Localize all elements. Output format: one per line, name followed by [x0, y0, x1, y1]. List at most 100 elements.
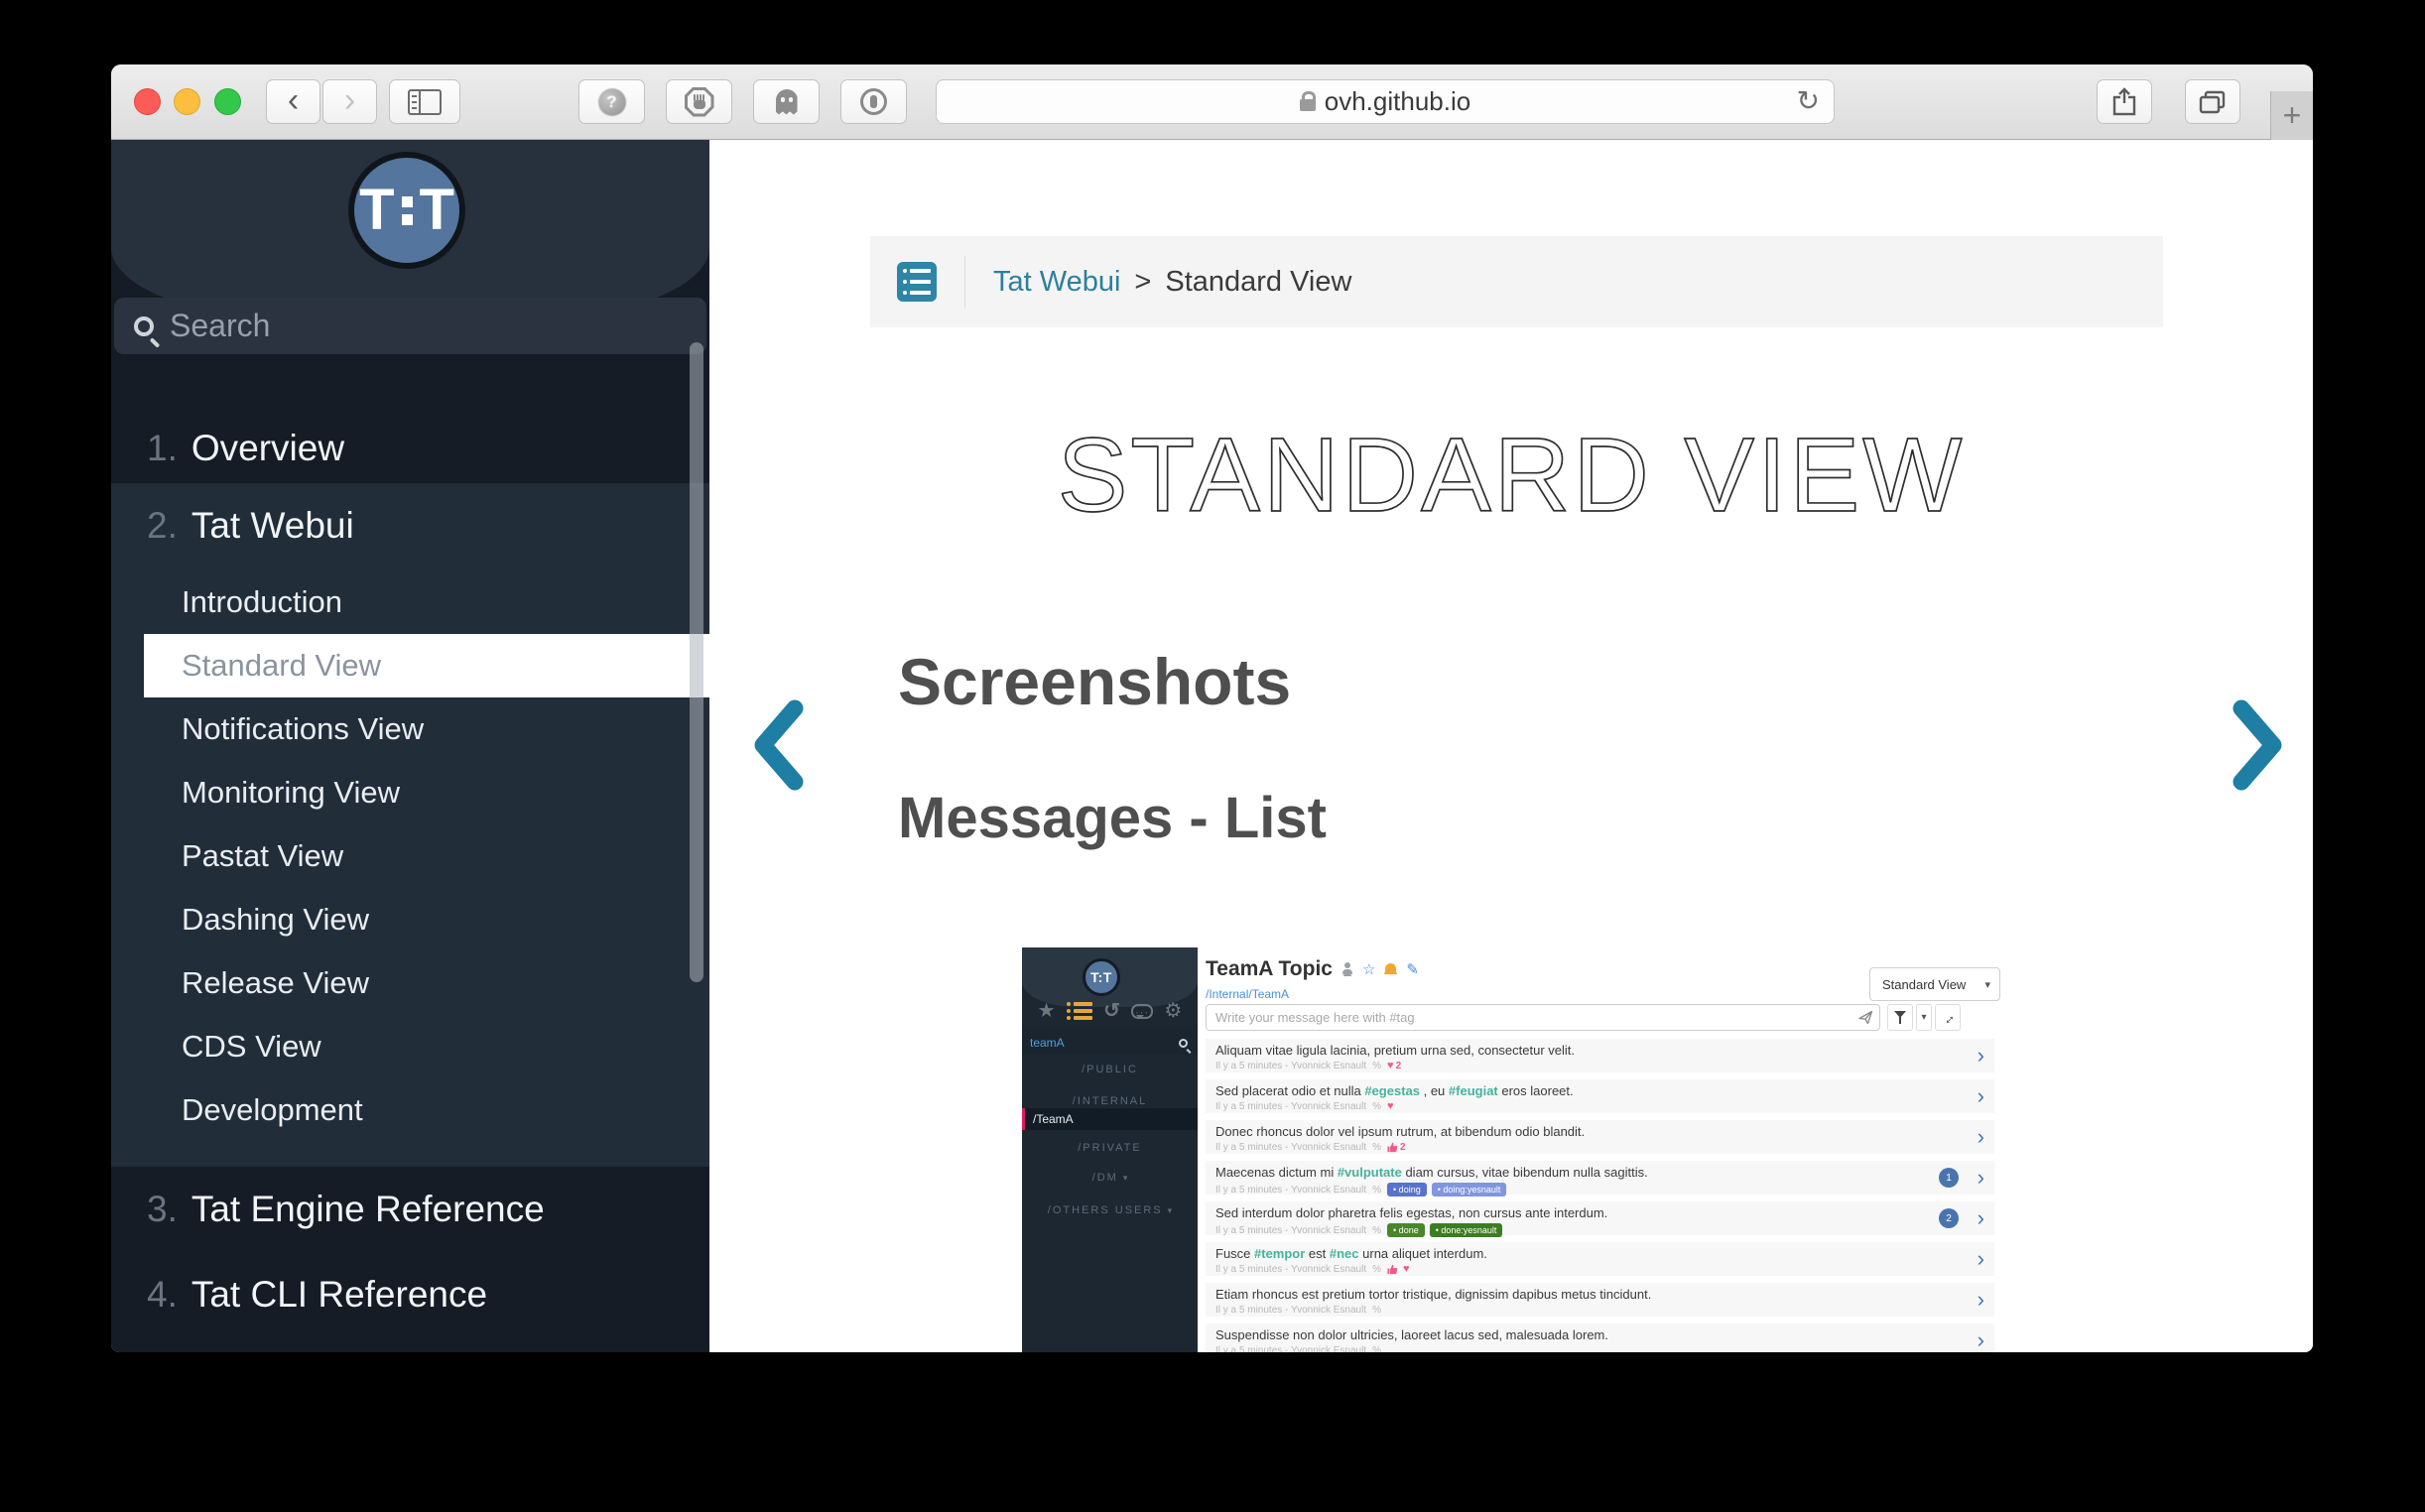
bell-icon[interactable]	[1384, 962, 1397, 976]
hashtag[interactable]: #egestas	[1364, 1083, 1420, 1098]
extension-button-3[interactable]	[753, 79, 820, 124]
link-icon[interactable]: %	[1372, 1185, 1381, 1196]
expand-button[interactable]: ↔	[1935, 1004, 1961, 1031]
tree-item--public[interactable]: /PUBLIC	[1022, 1059, 1198, 1080]
sidebar-item-notifications-view[interactable]: Notifications View	[111, 697, 709, 761]
zoom-window-button[interactable]	[214, 88, 241, 115]
sidebar-toggle-button[interactable]	[389, 79, 460, 124]
previous-page-arrow[interactable]	[749, 699, 809, 791]
message-row[interactable]: Etiam rhoncus est pretium tortor tristiq…	[1206, 1283, 1994, 1317]
topics-list-icon[interactable]	[1067, 1002, 1092, 1020]
hashtag[interactable]: #vulputate	[1338, 1165, 1402, 1180]
close-window-button[interactable]	[134, 88, 161, 115]
message-row[interactable]: Sed placerat odio et nulla #egestas , eu…	[1206, 1079, 1994, 1113]
view-selector-dropdown[interactable]: Standard View ▾	[1869, 967, 2000, 1001]
sidebar-item-tat-engine-reference[interactable]: 3. Tat Engine Reference	[111, 1175, 709, 1244]
address-bar[interactable]: ovh.github.io ↻	[936, 79, 1835, 124]
sidebar-header: TT	[111, 140, 709, 316]
extension-button-1[interactable]: ?	[578, 79, 645, 124]
tree-item--dm[interactable]: /DM▾	[1022, 1167, 1198, 1189]
sidebar-item-standard-view[interactable]: Standard View	[144, 634, 709, 697]
sidebar-item-dashing-view[interactable]: Dashing View	[111, 888, 709, 951]
open-message-chevron-icon[interactable]: ›	[1978, 1165, 1984, 1191]
share-button[interactable]	[2097, 79, 2152, 124]
message-row[interactable]: Aliquam vitae ligula lacinia, pretium ur…	[1206, 1039, 1994, 1072]
user-icon[interactable]	[1341, 962, 1353, 977]
open-message-chevron-icon[interactable]: ›	[1978, 1246, 1984, 1272]
screenshots-heading: Screenshots	[898, 644, 1291, 719]
hashtag[interactable]: #feugiat	[1449, 1083, 1498, 1098]
tree-item--teama[interactable]: /TeamA	[1022, 1108, 1198, 1130]
shot-search-icon	[1179, 1039, 1188, 1048]
link-icon[interactable]: %	[1372, 1305, 1381, 1316]
message-row[interactable]: Maecenas dictum mi #vulputate diam cursu…	[1206, 1161, 1994, 1195]
filter-dropdown-button[interactable]: ▾	[1916, 1004, 1932, 1031]
message-meta: Il y a 5 minutes - Yvonnick Esnault %	[1215, 1305, 1951, 1316]
sidebar-item-pastat-view[interactable]: Pastat View	[111, 824, 709, 888]
history-icon[interactable]: ↺	[1103, 1001, 1120, 1021]
reply-count-badge: 1	[1939, 1168, 1959, 1188]
hashtag[interactable]: #nec	[1330, 1246, 1359, 1261]
favorites-star-icon[interactable]: ★	[1038, 1001, 1056, 1021]
pencil-icon[interactable]: ✎	[1406, 962, 1419, 977]
open-message-chevron-icon[interactable]: ›	[1978, 1327, 1984, 1352]
link-icon[interactable]: %	[1372, 1225, 1381, 1236]
message-timestamp: Il y a 5 minutes - Yvonnick Esnault	[1215, 1185, 1366, 1196]
sidebar-item-cds-view[interactable]: CDS View	[111, 1015, 709, 1078]
forward-button[interactable]: ›	[322, 79, 377, 124]
shot-search-input[interactable]: teamA	[1022, 1031, 1198, 1055]
sidebar-item-development[interactable]: Development	[111, 1078, 709, 1142]
link-icon[interactable]: %	[1372, 1142, 1381, 1153]
message-row[interactable]: Fusce #tempor est #nec urna aliquet inte…	[1206, 1242, 1994, 1276]
minimize-window-button[interactable]	[174, 88, 200, 115]
link-icon[interactable]: %	[1372, 1061, 1381, 1071]
tat-logo[interactable]: TT	[348, 152, 465, 269]
new-tab-button[interactable]: +	[2270, 91, 2313, 140]
send-icon[interactable]	[1858, 1010, 1873, 1028]
chat-icon[interactable]: ···	[1131, 1004, 1153, 1019]
settings-gear-icon[interactable]: ⚙	[1164, 1001, 1182, 1021]
message-reactions: ♥	[1387, 1264, 1410, 1275]
hashtag[interactable]: #tempor	[1254, 1246, 1305, 1261]
message-row[interactable]: Donec rhoncus dolor vel ipsum rutrum, at…	[1206, 1120, 1994, 1154]
open-message-chevron-icon[interactable]: ›	[1978, 1083, 1984, 1109]
breadcrumb-link[interactable]: Tat Webui	[993, 266, 1120, 299]
sidebar-item-tat-cli-reference[interactable]: 4. Tat CLI Reference	[111, 1260, 709, 1329]
sidebar-item-introduction[interactable]: Introduction	[111, 570, 709, 634]
link-icon[interactable]: %	[1372, 1345, 1381, 1352]
message-row[interactable]: Sed interdum dolor pharetra felis egesta…	[1206, 1201, 1994, 1235]
open-message-chevron-icon[interactable]: ›	[1978, 1287, 1984, 1313]
sidebar-item-monitoring-view[interactable]: Monitoring View	[111, 761, 709, 824]
link-icon[interactable]: %	[1372, 1101, 1381, 1112]
message-reactions: ♥2	[1387, 1061, 1401, 1071]
star-outline-icon[interactable]: ☆	[1362, 962, 1375, 977]
message-row[interactable]: Suspendisse non dolor ultricies, laoreet…	[1206, 1323, 1994, 1352]
sidebar-scrollbar-thumb[interactable]	[690, 342, 703, 982]
plus-icon: +	[2283, 97, 2302, 134]
url-text: ovh.github.io	[1325, 86, 1470, 117]
message-timestamp: Il y a 5 minutes - Yvonnick Esnault	[1215, 1345, 1366, 1352]
extension-button-2[interactable]	[666, 79, 732, 124]
show-tabs-button[interactable]	[2185, 79, 2240, 124]
sidebar-search-input[interactable]: Search	[114, 298, 706, 354]
sidebar-item-tat-webui[interactable]: 2. Tat Webui	[111, 491, 709, 561]
extension-button-4[interactable]	[840, 79, 907, 124]
sidebar-item-release-view[interactable]: Release View	[111, 951, 709, 1015]
tat-logo-glyph: TT	[359, 182, 454, 239]
message-timestamp: Il y a 5 minutes - Yvonnick Esnault	[1215, 1305, 1366, 1316]
tree-item--others-users[interactable]: /OTHERS USERS▾	[1022, 1199, 1198, 1221]
open-message-chevron-icon[interactable]: ›	[1978, 1124, 1984, 1150]
filter-button[interactable]	[1887, 1004, 1913, 1031]
toc-list-icon[interactable]	[897, 262, 937, 302]
reload-icon[interactable]: ↻	[1797, 84, 1820, 117]
open-message-chevron-icon[interactable]: ›	[1978, 1043, 1984, 1069]
back-button[interactable]: ‹	[266, 79, 320, 124]
open-message-chevron-icon[interactable]: ›	[1978, 1205, 1984, 1231]
tree-item--private[interactable]: /PRIVATE	[1022, 1137, 1198, 1159]
topic-path[interactable]: /Internal/TeamA	[1206, 987, 1289, 1001]
next-page-arrow[interactable]	[2228, 699, 2287, 791]
keyhole-icon	[860, 88, 887, 115]
message-composer-input[interactable]: Write your message here with #tag	[1206, 1004, 1880, 1031]
sidebar-item-overview[interactable]: 1. Overview	[111, 414, 709, 483]
link-icon[interactable]: %	[1372, 1264, 1381, 1275]
